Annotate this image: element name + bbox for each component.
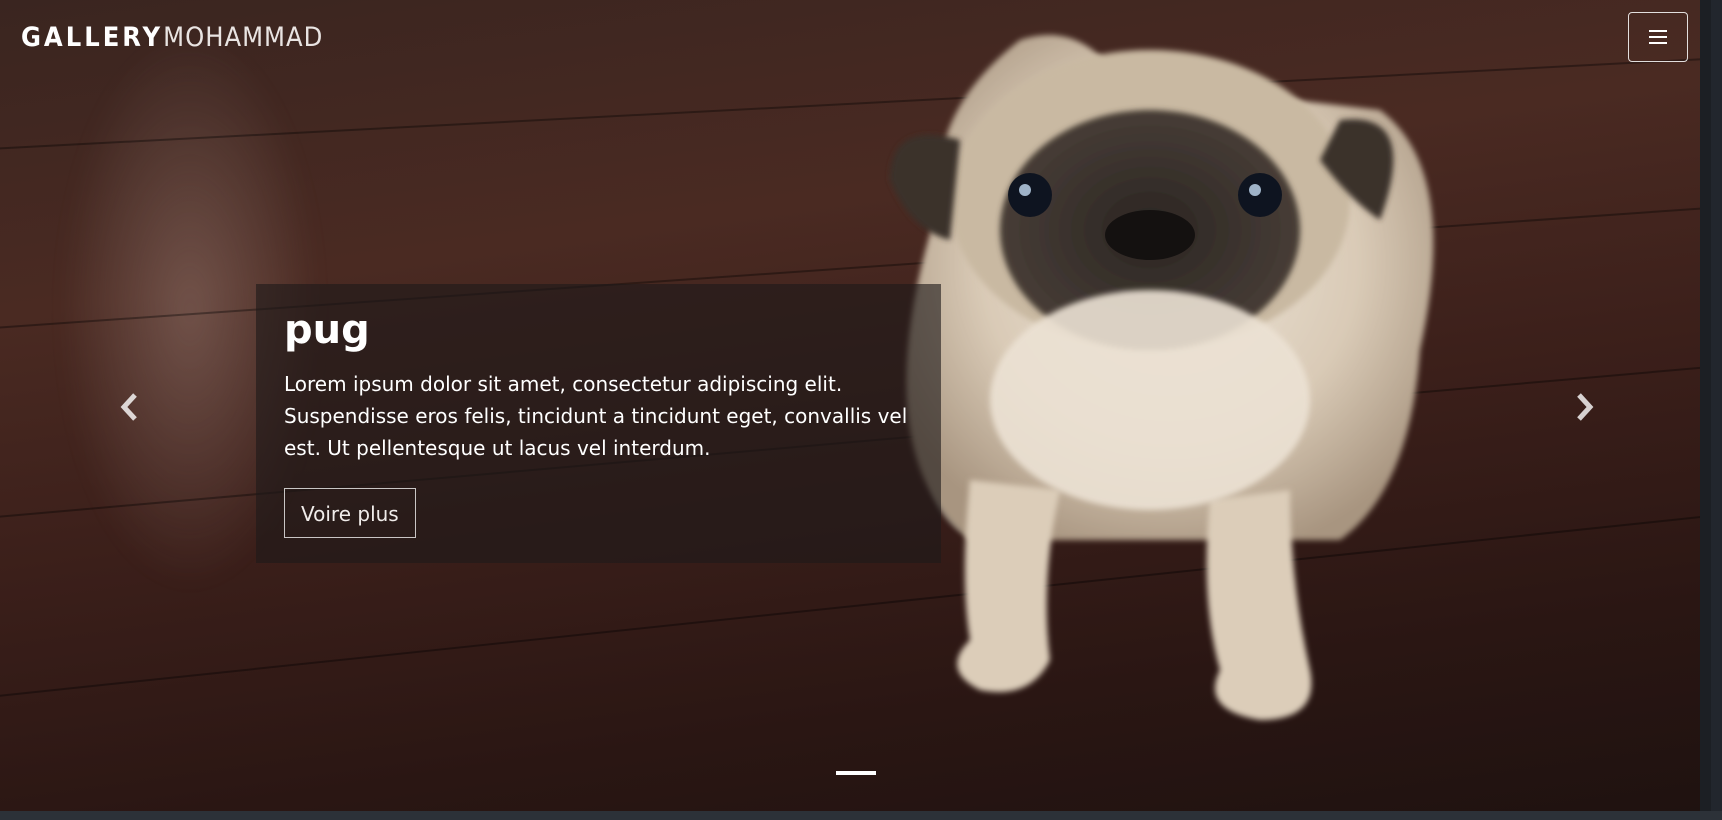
carousel-prev-button[interactable] [118,392,148,422]
slide-title: pug [284,307,370,353]
brand-light: MOHAMMAD [163,22,324,53]
carousel-next-button[interactable] [1574,392,1604,422]
page-bottom-strip [0,811,1722,820]
chevron-left-icon [120,393,137,421]
navbar-toggle-button[interactable] [1628,12,1688,62]
brand-logo[interactable]: GALLERYMOHAMMAD [21,22,323,53]
chevron-right-icon [1577,393,1594,421]
see-more-button[interactable]: Voire plus [284,488,416,538]
slide-description: Lorem ipsum dolor sit amet, consectetur … [284,372,908,460]
brand-bold: GALLERY [21,22,164,53]
hamburger-menu-icon [1649,30,1667,44]
carousel-indicators [836,771,876,775]
carousel-indicator-active[interactable] [836,771,876,775]
carousel-caption: pug Lorem ipsum dolor sit amet, consecte… [256,284,941,563]
page-edge [1700,0,1711,811]
